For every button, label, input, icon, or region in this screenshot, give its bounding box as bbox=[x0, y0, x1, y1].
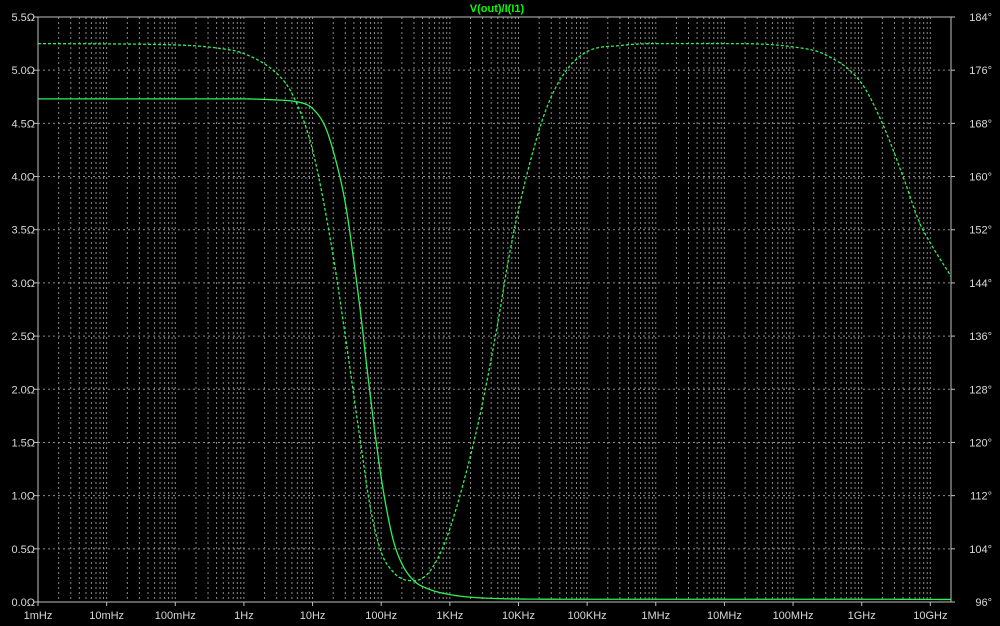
x-tick-label: 10Hz bbox=[300, 610, 326, 622]
x-tick-label: 1KHz bbox=[436, 610, 463, 622]
y-right-tick-label: 160° bbox=[969, 172, 992, 184]
x-tick-label: 100mHz bbox=[155, 610, 196, 622]
y-right-tick-label: 112° bbox=[970, 491, 992, 503]
y-left-tick-label: 4.5Ω bbox=[11, 118, 35, 130]
y-left-tick-label: 3.0Ω bbox=[11, 278, 35, 290]
y-left-tick-label: 1.0Ω bbox=[11, 491, 35, 503]
x-tick-label: 1Hz bbox=[234, 610, 254, 622]
y-right-tick-label: 184° bbox=[969, 12, 992, 24]
x-tick-label: 1mHz bbox=[24, 610, 53, 622]
bode-plot: V(out)/I(I1) 1mHz 10mHz 100mHz 1Hz 10Hz 100Hz… bbox=[0, 0, 1000, 626]
y-right-tick-label: 176° bbox=[969, 65, 992, 77]
y-right-tick-label: 104° bbox=[969, 544, 992, 556]
x-tick-label: 100Hz bbox=[365, 610, 397, 622]
plot-background bbox=[0, 0, 1000, 626]
y-left-tick-label: 4.0Ω bbox=[11, 172, 35, 184]
y-left-tick-label: 0.0Ω bbox=[11, 597, 35, 609]
x-tick-label: 100MHz bbox=[773, 610, 814, 622]
y-right-tick-label: 120° bbox=[969, 437, 992, 449]
y-left-tick-label: 1.5Ω bbox=[11, 437, 35, 449]
y-left-tick-label: 5.5Ω bbox=[11, 12, 35, 24]
x-tick-label: 10mHz bbox=[89, 610, 124, 622]
y-right-tick-label: 96° bbox=[975, 597, 992, 609]
y-right-tick-label: 168° bbox=[969, 118, 992, 130]
y-right-tick-label: 128° bbox=[969, 384, 992, 396]
y-left-tick-label: 2.0Ω bbox=[11, 384, 35, 396]
chart-title: V(out)/I(I1) bbox=[470, 3, 525, 15]
y-right-tick-label: 152° bbox=[969, 225, 992, 237]
x-tick-label: 1MHz bbox=[641, 610, 670, 622]
y-left-tick-label: 3.5Ω bbox=[11, 225, 35, 237]
y-left-tick-label: 5.0Ω bbox=[11, 65, 35, 77]
y-left-tick-label: 0.5Ω bbox=[11, 544, 35, 556]
x-tick-label: 1GHz bbox=[848, 610, 876, 622]
y-left-tick-label: 2.5Ω bbox=[11, 331, 35, 343]
x-tick-label: 10MHz bbox=[707, 610, 742, 622]
x-tick-label: 10KHz bbox=[502, 610, 535, 622]
x-tick-label: 100KHz bbox=[568, 610, 607, 622]
y-right-tick-label: 144° bbox=[969, 278, 992, 290]
y-right-tick-label: 136° bbox=[969, 331, 992, 343]
x-tick-label: 10GHz bbox=[913, 610, 947, 622]
